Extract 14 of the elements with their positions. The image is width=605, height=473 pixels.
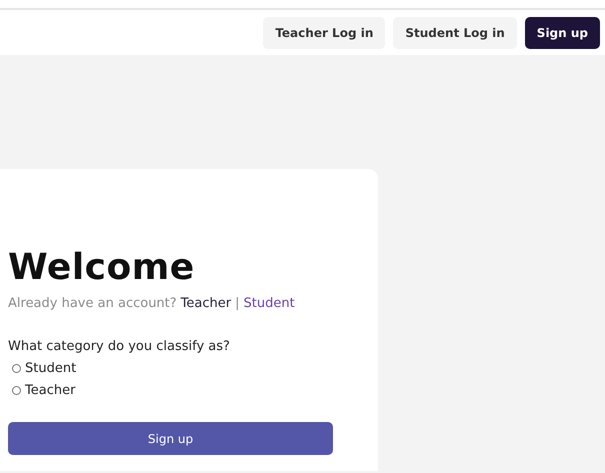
- radio-button[interactable]: [12, 364, 21, 373]
- radio-label: Student: [25, 361, 76, 376]
- login-button[interactable]: Student Log in: [393, 17, 517, 49]
- welcome-heading: Welcome: [8, 247, 196, 288]
- radio-button[interactable]: [12, 386, 21, 395]
- separator: |: [235, 296, 240, 311]
- category-question: What category do you classify as?: [8, 339, 231, 354]
- sign-up-button[interactable]: Sign up: [524, 17, 600, 49]
- login-link[interactable]: Teacher: [180, 296, 232, 311]
- sign-up-button[interactable]: Sign up: [8, 422, 333, 455]
- radio-label: Teacher: [25, 383, 76, 398]
- login-link[interactable]: Student: [244, 296, 295, 311]
- login-button[interactable]: Teacher Log in: [263, 17, 386, 49]
- account-prompt: Already have an account?: [8, 296, 177, 311]
